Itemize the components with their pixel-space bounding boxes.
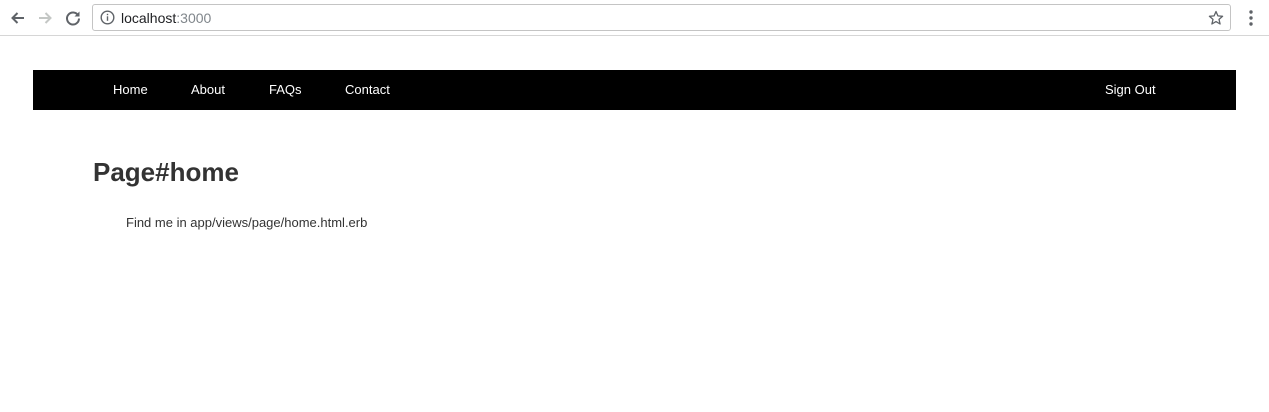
star-icon[interactable] [1208, 10, 1224, 26]
address-bar[interactable]: localhost:3000 [92, 4, 1231, 31]
back-arrow-icon [11, 12, 24, 24]
url-host: localhost [121, 10, 177, 26]
nav-link-home[interactable]: Home [113, 70, 148, 110]
sign-out-link[interactable]: Sign Out [1105, 70, 1156, 110]
info-icon[interactable] [100, 10, 115, 25]
browser-toolbar: localhost:3000 [0, 0, 1269, 36]
url-text[interactable]: localhost:3000 [121, 10, 211, 26]
reload-button[interactable] [62, 7, 84, 29]
forward-button[interactable] [34, 7, 56, 29]
nav-link-contact[interactable]: Contact [345, 70, 390, 110]
page-text: Find me in app/views/page/home.html.erb [126, 215, 368, 230]
nav-link-about[interactable]: About [191, 70, 225, 110]
navbar: Home About FAQs Contact Sign Out [33, 70, 1236, 110]
page-title: Page#home [93, 157, 239, 187]
kebab-menu-icon[interactable] [1243, 8, 1259, 28]
nav-link-faqs[interactable]: FAQs [269, 70, 302, 110]
forward-arrow-icon [39, 12, 52, 24]
reload-icon [66, 11, 80, 26]
url-port: :3000 [176, 10, 212, 26]
back-button[interactable] [7, 7, 29, 29]
